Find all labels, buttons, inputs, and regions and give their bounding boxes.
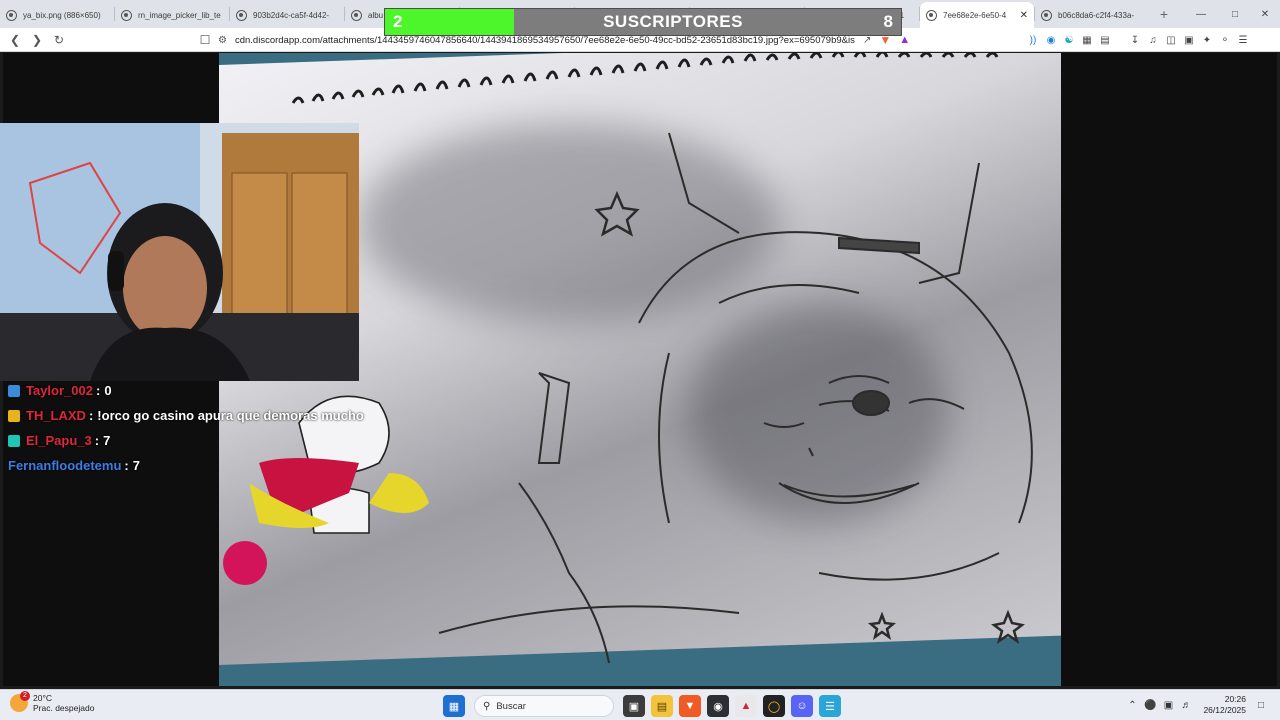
weather-sun-icon: 2 — [10, 691, 30, 712]
chat-separator: : — [124, 458, 129, 473]
reload-icon[interactable]: ↻ — [48, 29, 70, 51]
clock-time: 20:26 — [1224, 694, 1246, 704]
sidebar-icon[interactable]: ◫ — [1162, 31, 1180, 49]
tab-favicon-icon — [121, 9, 132, 21]
tab-favicon-icon — [1041, 9, 1052, 21]
url-text: cdn.discordapp.com/attachments/144345974… — [234, 34, 855, 46]
search-placeholder: Buscar — [496, 700, 526, 712]
weather-description: Prac. despejado — [33, 703, 95, 713]
subscriber-goal-bar: 2 SUSCRIPTORES 8 — [384, 8, 902, 36]
spiral-binding — [291, 53, 999, 104]
tab-title: b06c8da6-c2f4-433a- — [1058, 10, 1135, 20]
tab-favicon-icon — [6, 9, 17, 21]
maximize-icon[interactable]: □ — [1218, 0, 1252, 28]
browser-tab[interactable]: ya_bix.png (886×650) — [0, 2, 114, 28]
chat-message: TH_LAXD: !orco go casino apura que demora… — [8, 403, 428, 428]
minimize-icon[interactable]: — — [1184, 0, 1218, 28]
subscriber-goal-target: 8 — [883, 12, 893, 31]
pink-dot — [223, 541, 267, 585]
tab-title: ya_bix.png (886×650) — [23, 10, 101, 20]
chat-message: Taylor_002:0 — [8, 378, 428, 403]
obs-icon[interactable]: ◉ — [707, 695, 729, 717]
chat-text: 7 — [132, 458, 140, 473]
chat-text: 0 — [104, 383, 112, 398]
volume-icon[interactable]: ♬ — [1177, 696, 1195, 714]
download-icon[interactable]: ↧ — [1126, 31, 1144, 49]
windows-taskbar: 2 20°C Prac. despejado ▦ ⚲ Buscar ▣ ▤ ▼ … — [0, 689, 1280, 720]
network-icon[interactable]: ▣ — [1159, 696, 1177, 714]
forward-icon[interactable]: ❯ — [26, 29, 48, 51]
notepad-icon[interactable]: ☰ — [819, 695, 841, 717]
extension-translate-icon[interactable]: ☯ — [1060, 31, 1078, 49]
wallet-icon[interactable]: ▣ — [1180, 31, 1198, 49]
weather-temperature: 20°C — [33, 693, 52, 703]
tab-favicon-icon — [351, 9, 362, 21]
star-doodles — [594, 190, 1025, 644]
chat-username: Fernanfloodetemu — [8, 458, 122, 473]
chat-badge-icon — [8, 384, 20, 397]
tab-close-icon[interactable]: ✕ — [1020, 10, 1028, 21]
weather-widget[interactable]: 2 20°C Prac. despejado — [10, 691, 95, 713]
taskbar-search[interactable]: ⚲ Buscar — [474, 695, 614, 717]
app-circle-icon[interactable]: ◯ — [763, 695, 785, 717]
bookmark-icon[interactable]: ☐ — [194, 29, 216, 51]
clock[interactable]: 20:26 26/12/2025 — [1203, 694, 1246, 716]
tab-title: 7ee68e2e-6e50-4 — [943, 10, 1007, 20]
chat-username: Taylor_002 — [26, 383, 93, 398]
notifications-icon[interactable]: □ — [1252, 696, 1270, 714]
browser-tab[interactable]: rn_image_picker_lib_te — [115, 2, 229, 28]
task-view-icon[interactable]: ▣ — [623, 695, 645, 717]
back-icon[interactable]: ❮ — [4, 29, 26, 51]
extensions-puzzle-icon[interactable]: ▦ — [1078, 31, 1096, 49]
discord-icon[interactable]: ☺ — [791, 695, 813, 717]
chat-username: TH_LAXD — [26, 408, 86, 423]
chat-badge-icon — [8, 434, 20, 447]
chat-text: !orco go casino apura que demoras mucho — [97, 408, 364, 423]
browser-tab[interactable]: 903b2d4c-ca5f-4d42- — [230, 2, 344, 28]
chat-separator: : — [94, 433, 100, 448]
webcam-feed — [0, 123, 359, 381]
chat-message: El_Papu_3:7 — [8, 428, 428, 453]
clock-date: 26/12/2025 — [1203, 705, 1246, 715]
tab-title: 903b2d4c-ca5f-4d42- — [253, 10, 330, 20]
vpn-shield-icon[interactable]: ⚬ — [1216, 31, 1234, 49]
windows-start-icon[interactable]: ▦ — [443, 695, 465, 717]
chat-separator: : — [88, 408, 94, 423]
browser-tab[interactable]: 7ee68e2e-6e50-4 ✕ — [920, 2, 1034, 28]
chat-message: Fernanfloodetemu:7 — [8, 453, 428, 478]
chat-badge-icon — [8, 409, 20, 422]
menu-icon[interactable]: ☰ — [1234, 31, 1252, 49]
character-sketch — [438, 132, 1033, 664]
browser-tab[interactable]: b06c8da6-c2f4-433a- — [1035, 2, 1149, 28]
subscriber-goal-title: SUSCRIPTORES — [603, 12, 743, 31]
chat-text: 7 — [103, 433, 111, 448]
app-a-icon[interactable]: ▲ — [735, 695, 757, 717]
leo-ai-icon[interactable]: ✦ — [1198, 31, 1216, 49]
chat-username: El_Papu_3 — [26, 433, 92, 448]
extension-box-icon[interactable]: ▤ — [1096, 31, 1114, 49]
extension-audio-icon[interactable]: )) — [1024, 31, 1042, 49]
share-icon[interactable]: ↗ — [863, 35, 871, 46]
tray-chevron-icon[interactable]: ⌃ — [1123, 696, 1141, 714]
stream-chat: Taylor_002:0 TH_LAXD: !orco go casino apur… — [8, 378, 428, 478]
tab-title: rn_image_picker_lib_te — [138, 10, 221, 20]
site-info-icon[interactable]: ⚙ — [218, 35, 227, 46]
new-tab-button[interactable]: + — [1153, 6, 1175, 22]
tab-favicon-icon — [926, 9, 937, 21]
file-explorer-icon[interactable]: ▤ — [651, 695, 673, 717]
brave-browser-icon[interactable]: ▼ — [679, 695, 701, 717]
weather-notification-badge: 2 — [20, 691, 30, 701]
extension-s-icon[interactable]: ◉ — [1042, 31, 1060, 49]
microphone-icon[interactable]: ⚫ — [1141, 696, 1159, 714]
chat-separator: : — [95, 383, 101, 398]
yellow-tail-right — [369, 473, 429, 513]
media-icon[interactable]: ♫ — [1144, 31, 1162, 49]
search-icon: ⚲ — [483, 700, 491, 712]
tab-favicon-icon — [236, 9, 247, 21]
close-window-icon[interactable]: ✕ — [1248, 0, 1280, 28]
